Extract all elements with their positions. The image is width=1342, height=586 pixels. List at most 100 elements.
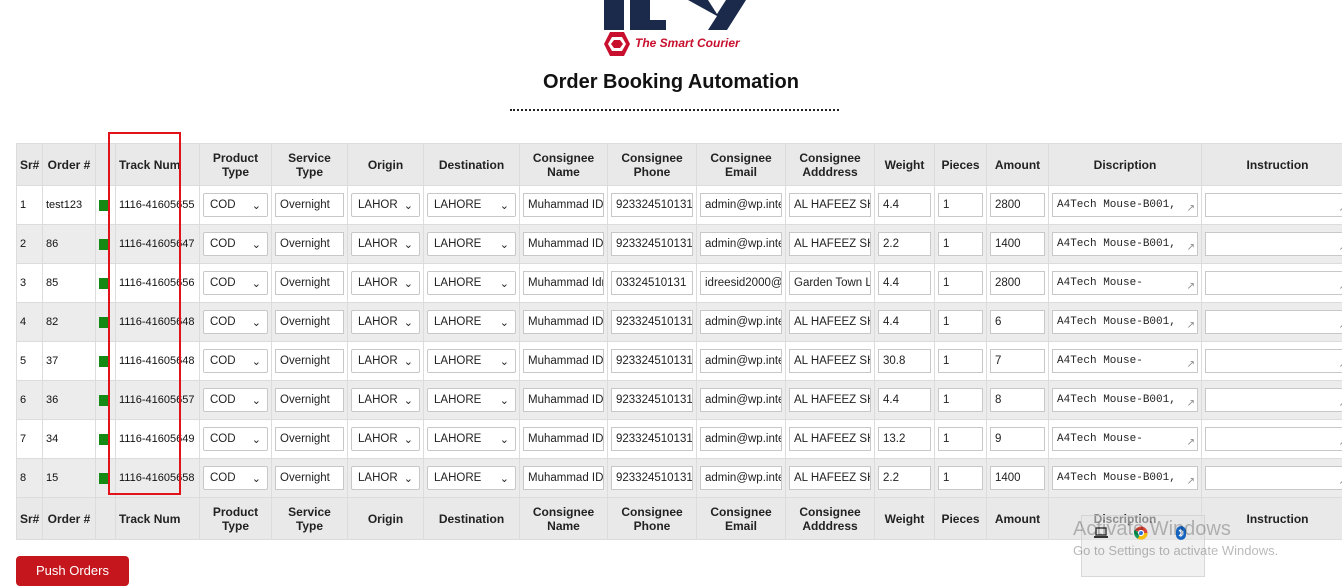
instruction-textarea[interactable]: ↗ <box>1205 232 1342 256</box>
consignee-email-input[interactable]: idreesid2000@ <box>700 271 782 295</box>
consignee-email-input[interactable]: admin@wp.inte <box>700 427 782 451</box>
resize-grip-icon[interactable]: ↗ <box>1339 361 1342 371</box>
weight-input[interactable]: 2.2 <box>878 232 931 256</box>
resize-grip-icon[interactable]: ↗ <box>1187 361 1195 371</box>
resize-grip-icon[interactable]: ↗ <box>1187 478 1195 488</box>
weight-input[interactable]: 13.2 <box>878 427 931 451</box>
product-type-select[interactable]: COD⌄ <box>203 427 268 451</box>
consignee-email-input[interactable]: admin@wp.inte <box>700 232 782 256</box>
description-textarea[interactable]: A4Tech Mouse-B001,↗ <box>1052 232 1198 256</box>
pieces-input[interactable]: 1 <box>938 388 983 412</box>
resize-grip-icon[interactable]: ↗ <box>1187 283 1195 293</box>
pieces-input[interactable]: 1 <box>938 427 983 451</box>
description-textarea[interactable]: A4Tech Mouse-B001,↗ <box>1052 193 1198 217</box>
consignee-phone-input[interactable]: 923324510131 <box>611 388 693 412</box>
service-type-input[interactable]: Overnight <box>275 310 344 334</box>
destination-select[interactable]: LAHORE⌄ <box>427 427 516 451</box>
consignee-name-input[interactable]: Muhammad Idr <box>523 271 604 295</box>
instruction-textarea[interactable]: ↗ <box>1205 466 1342 490</box>
destination-select[interactable]: LAHORE⌄ <box>427 232 516 256</box>
service-type-input[interactable]: Overnight <box>275 349 344 373</box>
instruction-textarea[interactable]: ↗ <box>1205 427 1342 451</box>
consignee-name-input[interactable]: Muhammad IDI <box>523 349 604 373</box>
resize-grip-icon[interactable]: ↗ <box>1339 439 1342 449</box>
pieces-input[interactable]: 1 <box>938 466 983 490</box>
consignee-phone-input[interactable]: 923324510131 <box>611 310 693 334</box>
origin-select[interactable]: LAHOR⌄ <box>351 271 420 295</box>
product-type-select[interactable]: COD⌄ <box>203 193 268 217</box>
amount-input[interactable]: 2800 <box>990 193 1045 217</box>
product-type-select[interactable]: COD⌄ <box>203 349 268 373</box>
consignee-address-input[interactable]: AL HAFEEZ SH <box>789 349 871 373</box>
instruction-textarea[interactable]: ↗ <box>1205 388 1342 412</box>
consignee-address-input[interactable]: AL HAFEEZ SH <box>789 193 871 217</box>
resize-grip-icon[interactable]: ↗ <box>1187 439 1195 449</box>
destination-select[interactable]: LAHORE⌄ <box>427 466 516 490</box>
destination-select[interactable]: LAHORE⌄ <box>427 310 516 334</box>
consignee-phone-input[interactable]: 923324510131 <box>611 232 693 256</box>
amount-input[interactable]: 2800 <box>990 271 1045 295</box>
destination-select[interactable]: LAHORE⌄ <box>427 349 516 373</box>
pieces-input[interactable]: 1 <box>938 310 983 334</box>
consignee-name-input[interactable]: Muhammad IDI <box>523 388 604 412</box>
consignee-email-input[interactable]: admin@wp.inte <box>700 349 782 373</box>
consignee-phone-input[interactable]: 923324510131 <box>611 349 693 373</box>
push-orders-button[interactable]: Push Orders <box>16 556 129 586</box>
consignee-address-input[interactable]: AL HAFEEZ SH <box>789 466 871 490</box>
consignee-name-input[interactable]: Muhammad IDI <box>523 232 604 256</box>
product-type-select[interactable]: COD⌄ <box>203 310 268 334</box>
weight-input[interactable]: 2.2 <box>878 466 931 490</box>
weight-input[interactable]: 30.8 <box>878 349 931 373</box>
origin-select[interactable]: LAHOR⌄ <box>351 232 420 256</box>
consignee-name-input[interactable]: Muhammad IDI <box>523 466 604 490</box>
description-textarea[interactable]: A4Tech Mouse-↗ <box>1052 349 1198 373</box>
instruction-textarea[interactable]: ↗ <box>1205 271 1342 295</box>
destination-select[interactable]: LAHORE⌄ <box>427 271 516 295</box>
consignee-phone-input[interactable]: 923324510131 <box>611 466 693 490</box>
resize-grip-icon[interactable]: ↗ <box>1339 244 1342 254</box>
origin-select[interactable]: LAHOR⌄ <box>351 427 420 451</box>
consignee-email-input[interactable]: admin@wp.inte <box>700 466 782 490</box>
pieces-input[interactable]: 1 <box>938 193 983 217</box>
instruction-textarea[interactable]: ↗ <box>1205 310 1342 334</box>
consignee-phone-input[interactable]: 923324510131 <box>611 427 693 451</box>
consignee-phone-input[interactable]: 923324510131 <box>611 193 693 217</box>
resize-grip-icon[interactable]: ↗ <box>1339 283 1342 293</box>
service-type-input[interactable]: Overnight <box>275 427 344 451</box>
consignee-name-input[interactable]: Muhammad IDI <box>523 193 604 217</box>
instruction-textarea[interactable]: ↗ <box>1205 349 1342 373</box>
resize-grip-icon[interactable]: ↗ <box>1339 400 1342 410</box>
description-textarea[interactable]: A4Tech Mouse-B001,↗ <box>1052 310 1198 334</box>
description-textarea[interactable]: A4Tech Mouse-↗ <box>1052 271 1198 295</box>
consignee-name-input[interactable]: Muhammad IDI <box>523 427 604 451</box>
instruction-textarea[interactable]: ↗ <box>1205 193 1342 217</box>
consignee-name-input[interactable]: Muhammad IDI <box>523 310 604 334</box>
pieces-input[interactable]: 1 <box>938 349 983 373</box>
product-type-select[interactable]: COD⌄ <box>203 232 268 256</box>
resize-grip-icon[interactable]: ↗ <box>1339 322 1342 332</box>
consignee-address-input[interactable]: AL HAFEEZ SH <box>789 310 871 334</box>
amount-input[interactable]: 9 <box>990 427 1045 451</box>
product-type-select[interactable]: COD⌄ <box>203 466 268 490</box>
consignee-email-input[interactable]: admin@wp.inte <box>700 310 782 334</box>
consignee-phone-input[interactable]: 03324510131 <box>611 271 693 295</box>
amount-input[interactable]: 7 <box>990 349 1045 373</box>
amount-input[interactable]: 6 <box>990 310 1045 334</box>
product-type-select[interactable]: COD⌄ <box>203 271 268 295</box>
resize-grip-icon[interactable]: ↗ <box>1339 478 1342 488</box>
amount-input[interactable]: 1400 <box>990 466 1045 490</box>
consignee-address-input[interactable]: AL HAFEEZ SH <box>789 232 871 256</box>
amount-input[interactable]: 1400 <box>990 232 1045 256</box>
origin-select[interactable]: LAHOR⌄ <box>351 466 420 490</box>
origin-select[interactable]: LAHOR⌄ <box>351 388 420 412</box>
weight-input[interactable]: 4.4 <box>878 388 931 412</box>
resize-grip-icon[interactable]: ↗ <box>1187 244 1195 254</box>
service-type-input[interactable]: Overnight <box>275 232 344 256</box>
service-type-input[interactable]: Overnight <box>275 193 344 217</box>
resize-grip-icon[interactable]: ↗ <box>1187 400 1195 410</box>
pieces-input[interactable]: 1 <box>938 271 983 295</box>
product-type-select[interactable]: COD⌄ <box>203 388 268 412</box>
origin-select[interactable]: LAHOR⌄ <box>351 193 420 217</box>
consignee-address-input[interactable]: Garden Town L <box>789 271 871 295</box>
description-textarea[interactable]: A4Tech Mouse-B001,↗ <box>1052 466 1198 490</box>
